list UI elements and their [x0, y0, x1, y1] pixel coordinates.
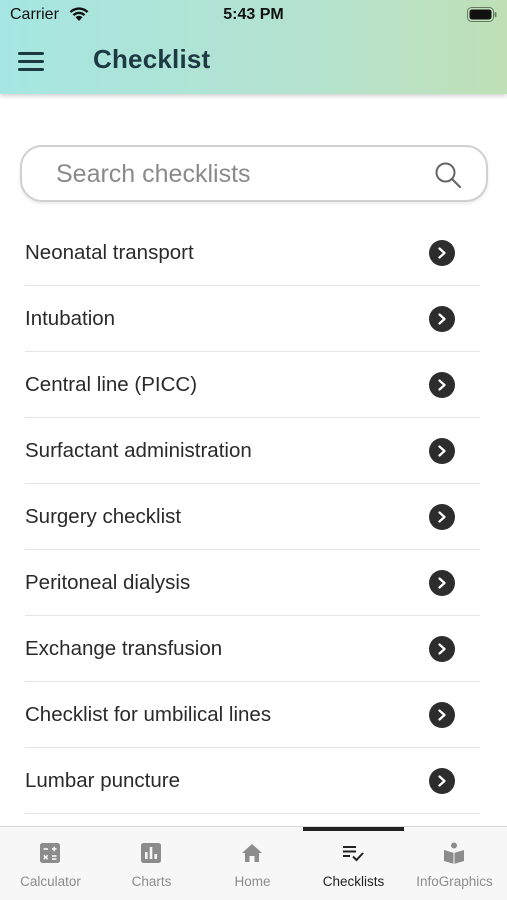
- list-item-label: Central line (PICC): [25, 373, 198, 396]
- tab-label: Home: [234, 874, 271, 889]
- status-time: 5:43 PM: [223, 6, 284, 23]
- home-icon: [242, 844, 262, 862]
- chevron-right-icon[interactable]: [429, 372, 455, 398]
- tab-checklists[interactable]: Checklists: [303, 827, 404, 900]
- tab-label: InfoGraphics: [416, 874, 493, 889]
- bottom-tab-bar: Calculator Charts Home Checklists InfoGr…: [0, 826, 507, 900]
- menu-line: [18, 59, 44, 63]
- chevron-right-icon[interactable]: [429, 570, 455, 596]
- menu-line: [18, 67, 44, 71]
- list-item-umbilical-lines[interactable]: Checklist for umbilical lines: [25, 682, 480, 748]
- chevron-right-icon[interactable]: [429, 702, 455, 728]
- chevron-right-icon[interactable]: [429, 504, 455, 530]
- list-item-intubation[interactable]: Intubation: [25, 286, 480, 352]
- list-item-label: Surfactant administration: [25, 439, 252, 462]
- list-item-label: Checklist for umbilical lines: [25, 703, 272, 726]
- list-item-peritoneal-dialysis[interactable]: Peritoneal dialysis: [25, 550, 480, 616]
- tab-calculator[interactable]: Calculator: [0, 827, 101, 900]
- list-item-exchange-transfusion[interactable]: Exchange transfusion: [25, 616, 480, 682]
- calculator-icon: [40, 843, 60, 863]
- chevron-right-icon[interactable]: [429, 438, 455, 464]
- list-item-label: Surgery checklist: [25, 505, 182, 528]
- search-icon[interactable]: [434, 161, 462, 189]
- list-item-label: Exchange transfusion: [25, 637, 223, 660]
- battery-icon: [467, 7, 497, 22]
- tab-label: Calculator: [20, 874, 81, 889]
- list-item-surfactant-administration[interactable]: Surfactant administration: [25, 418, 480, 484]
- chevron-right-icon[interactable]: [429, 768, 455, 794]
- chevron-right-icon[interactable]: [429, 636, 455, 662]
- active-tab-indicator: [303, 827, 404, 831]
- chevron-right-icon[interactable]: [429, 240, 455, 266]
- page-title: Checklist: [93, 44, 211, 74]
- app-header: Carrier 5:43 PM Checklist: [0, 0, 507, 94]
- tab-label: Charts: [131, 874, 172, 889]
- list-item-label: Neonatal transport: [25, 241, 194, 264]
- checklist-icon: [343, 846, 364, 862]
- tab-charts[interactable]: Charts: [101, 827, 202, 900]
- list-item-surgery-checklist[interactable]: Surgery checklist: [25, 484, 480, 550]
- list-item-lumbar-puncture[interactable]: Lumbar puncture: [25, 748, 480, 814]
- tab-infographics[interactable]: InfoGraphics: [404, 827, 505, 900]
- search-input[interactable]: [56, 157, 416, 191]
- list-item-neonatal-transport[interactable]: Neonatal transport: [25, 220, 480, 286]
- hamburger-menu-icon[interactable]: [18, 48, 50, 74]
- list-item-central-line[interactable]: Central line (PICC): [25, 352, 480, 418]
- chevron-right-icon[interactable]: [429, 306, 455, 332]
- checklist-list: Neonatal transport Intubation Central li…: [25, 220, 480, 814]
- chart-icon: [141, 843, 161, 863]
- search-bar[interactable]: [20, 145, 488, 202]
- menu-line: [18, 51, 44, 55]
- list-item-label: Lumbar puncture: [25, 769, 180, 792]
- list-item-label: Intubation: [25, 307, 116, 330]
- tab-home[interactable]: Home: [202, 827, 303, 900]
- infographics-icon: [444, 842, 464, 864]
- list-item-label: Peritoneal dialysis: [25, 571, 191, 594]
- status-bar: Carrier 5:43 PM: [0, 0, 507, 30]
- tab-label: Checklists: [322, 874, 385, 889]
